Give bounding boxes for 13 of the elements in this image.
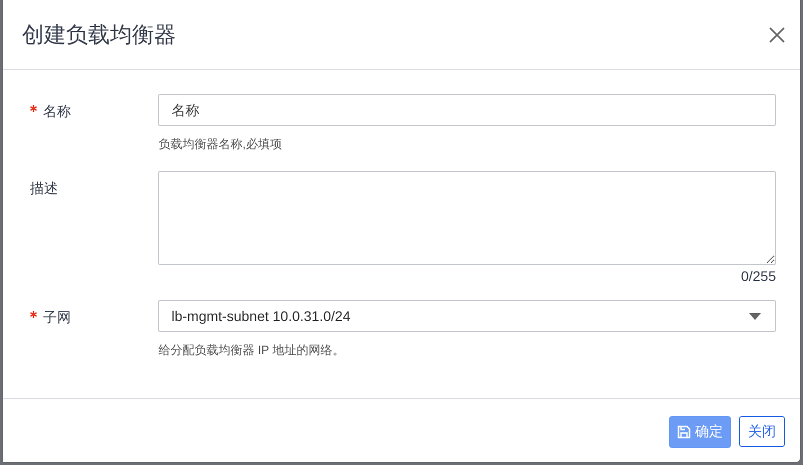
- field-label: 子网: [43, 308, 71, 327]
- floppy-disk-icon: [677, 424, 691, 438]
- help-text: 给分配负载均衡器 IP 地址的网络。: [158, 342, 346, 359]
- subnet-select[interactable]: lb-mgmt-subnet 10.0.31.0/24: [158, 300, 776, 332]
- name-input[interactable]: 名称: [158, 94, 776, 126]
- caret-icon: [749, 312, 761, 320]
- character-counter: 0/255: [740, 267, 776, 286]
- close-button[interactable]: 关闭: [739, 416, 785, 447]
- field-label: 名称: [43, 102, 71, 121]
- dialog-title: 创建负载均衡器: [22, 21, 176, 49]
- field-label: 描述: [30, 179, 58, 198]
- close-icon[interactable]: [768, 26, 786, 44]
- help-text: 负载均衡器名称,必填项: [158, 136, 283, 153]
